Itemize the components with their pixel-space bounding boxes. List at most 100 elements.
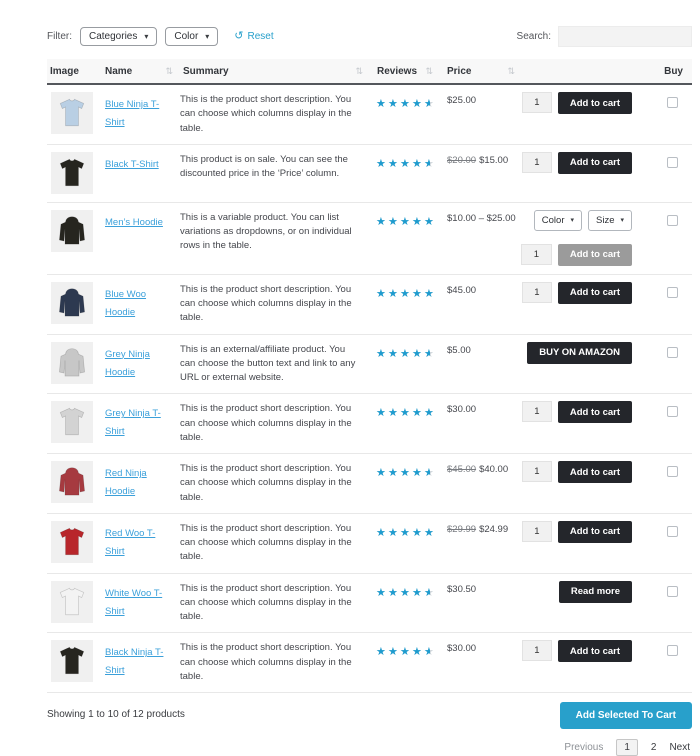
- header-price[interactable]: Price ⇅: [440, 66, 522, 77]
- quantity-input[interactable]: 1: [522, 640, 552, 661]
- categories-filter-value: Categories: [89, 31, 137, 42]
- product-rating: ★★★★★★★★★★: [370, 282, 440, 302]
- product-image[interactable]: [51, 461, 93, 503]
- product-name-link[interactable]: Grey Ninja T-Shirt: [105, 408, 161, 437]
- price: $15.00: [479, 155, 508, 166]
- reset-label: Reset: [248, 31, 274, 42]
- product-image[interactable]: [51, 640, 93, 682]
- reset-icon: ↺: [234, 31, 243, 42]
- product-name-link[interactable]: Black Ninja T-Shirt: [105, 647, 163, 676]
- table-row: Red Ninja Hoodie This is the product sho…: [47, 454, 692, 514]
- product-name-link[interactable]: Men’s Hoodie: [105, 217, 163, 228]
- product-image[interactable]: [51, 342, 93, 384]
- buy-checkbox[interactable]: [667, 97, 678, 108]
- color-filter-select[interactable]: Color ▾: [165, 27, 218, 46]
- header-reviews[interactable]: Reviews ⇅: [370, 66, 440, 77]
- product-name-link[interactable]: Blue Ninja T-Shirt: [105, 99, 159, 128]
- pagination: Previous 1 2 Next: [564, 739, 692, 756]
- sort-icon: ⇅: [355, 66, 363, 77]
- header-summary[interactable]: Summary ⇅: [180, 66, 370, 77]
- add-to-cart-button[interactable]: Add to cart: [558, 401, 632, 423]
- add-selected-to-cart-button[interactable]: Add Selected To Cart: [560, 702, 692, 729]
- add-to-cart-button-disabled[interactable]: Add to cart: [558, 244, 632, 266]
- buy-checkbox[interactable]: [667, 347, 678, 358]
- quantity-input[interactable]: 1: [522, 461, 552, 482]
- product-summary: This is an external/affiliate product. Y…: [180, 342, 370, 386]
- product-summary: This is the product short description. Y…: [180, 640, 370, 684]
- add-to-cart-button[interactable]: Add to cart: [558, 92, 632, 114]
- header-name[interactable]: Name ⇅: [102, 66, 180, 77]
- product-rating: ★★★★★★★★★★: [370, 461, 440, 481]
- product-image[interactable]: [51, 282, 93, 324]
- filter-bar: Filter: Categories ▾ Color ▾ ↺ Reset Sea…: [47, 26, 692, 47]
- chevron-down-icon: ▾: [144, 32, 148, 41]
- price: $45.00: [447, 285, 476, 296]
- pagination-page-2[interactable]: 2: [651, 742, 657, 753]
- search-label: Search:: [517, 31, 551, 42]
- buy-checkbox[interactable]: [667, 466, 678, 477]
- quantity-input[interactable]: 1: [522, 92, 552, 113]
- product-image[interactable]: [51, 152, 93, 194]
- add-to-cart-button[interactable]: Add to cart: [558, 152, 632, 174]
- table-row: White Woo T-Shirt This is the product sh…: [47, 574, 692, 634]
- color-variation-select[interactable]: Color▾: [534, 210, 582, 231]
- product-table-page: Filter: Categories ▾ Color ▾ ↺ Reset Sea…: [0, 0, 700, 756]
- price: $40.00: [479, 464, 508, 475]
- quantity-input[interactable]: 1: [522, 401, 552, 422]
- quantity-input[interactable]: 1: [522, 282, 552, 303]
- reset-filters-link[interactable]: ↺ Reset: [234, 31, 273, 42]
- price: $30.00: [447, 404, 476, 415]
- table-row: Men’s Hoodie This is a variable product.…: [47, 203, 692, 275]
- table-row: Grey Ninja T-Shirt This is the product s…: [47, 394, 692, 454]
- product-name-link[interactable]: White Woo T-Shirt: [105, 588, 162, 617]
- product-summary: This is the product short description. Y…: [180, 461, 370, 505]
- buy-checkbox[interactable]: [667, 586, 678, 597]
- product-name-link[interactable]: Blue Woo Hoodie: [105, 289, 146, 318]
- buy-checkbox[interactable]: [667, 406, 678, 417]
- categories-filter-select[interactable]: Categories ▾: [80, 27, 157, 46]
- product-image[interactable]: [51, 521, 93, 563]
- size-variation-select[interactable]: Size▾: [588, 210, 632, 231]
- product-name-link[interactable]: Grey Ninja Hoodie: [105, 349, 150, 378]
- add-to-cart-button[interactable]: Add to cart: [558, 461, 632, 483]
- table-row: Red Woo T-Shirt This is the product shor…: [47, 514, 692, 574]
- add-to-cart-button[interactable]: Add to cart: [558, 640, 632, 662]
- buy-checkbox[interactable]: [667, 287, 678, 298]
- product-image[interactable]: [51, 210, 93, 252]
- old-price: $29.99: [447, 524, 476, 535]
- product-rating: ★★★★★★★★★★: [370, 210, 440, 230]
- product-summary: This is the product short description. Y…: [180, 401, 370, 445]
- buy-checkbox[interactable]: [667, 157, 678, 168]
- product-name-link[interactable]: Red Woo T-Shirt: [105, 528, 155, 557]
- product-rating: ★★★★★★★★★★: [370, 581, 440, 601]
- old-price: $45.00: [447, 464, 476, 475]
- table-row: Blue Ninja T-Shirt This is the product s…: [47, 85, 692, 145]
- table-row: Grey Ninja Hoodie This is an external/af…: [47, 335, 692, 395]
- color-filter-value: Color: [174, 31, 198, 42]
- table-row: Blue Woo Hoodie This is the product shor…: [47, 275, 692, 335]
- search-input[interactable]: [558, 26, 692, 47]
- quantity-input[interactable]: 1: [522, 152, 552, 173]
- sort-icon: ⇅: [425, 66, 433, 77]
- add-to-cart-button[interactable]: Add to cart: [558, 282, 632, 304]
- sort-icon: ⇅: [165, 66, 173, 77]
- price: $25.00: [447, 95, 476, 106]
- product-image[interactable]: [51, 92, 93, 134]
- pagination-page-1[interactable]: 1: [616, 739, 638, 756]
- pagination-previous[interactable]: Previous: [564, 742, 603, 753]
- buy-checkbox[interactable]: [667, 645, 678, 656]
- pagination-next[interactable]: Next: [669, 742, 690, 753]
- add-to-cart-button[interactable]: Add to cart: [558, 521, 632, 543]
- quantity-input[interactable]: 1: [521, 244, 552, 265]
- product-image[interactable]: [51, 581, 93, 623]
- quantity-input[interactable]: 1: [522, 521, 552, 542]
- product-name-link[interactable]: Red Ninja Hoodie: [105, 468, 147, 497]
- buy-checkbox[interactable]: [667, 526, 678, 537]
- product-summary: This is the product short description. Y…: [180, 282, 370, 326]
- product-rating: ★★★★★★★★★★: [370, 640, 440, 660]
- read-more-button[interactable]: Read more: [559, 581, 632, 603]
- product-image[interactable]: [51, 401, 93, 443]
- buy-on-amazon-button[interactable]: BUY ON AMAZON: [527, 342, 632, 364]
- buy-checkbox[interactable]: [667, 215, 678, 226]
- product-name-link[interactable]: Black T-Shirt: [105, 159, 159, 170]
